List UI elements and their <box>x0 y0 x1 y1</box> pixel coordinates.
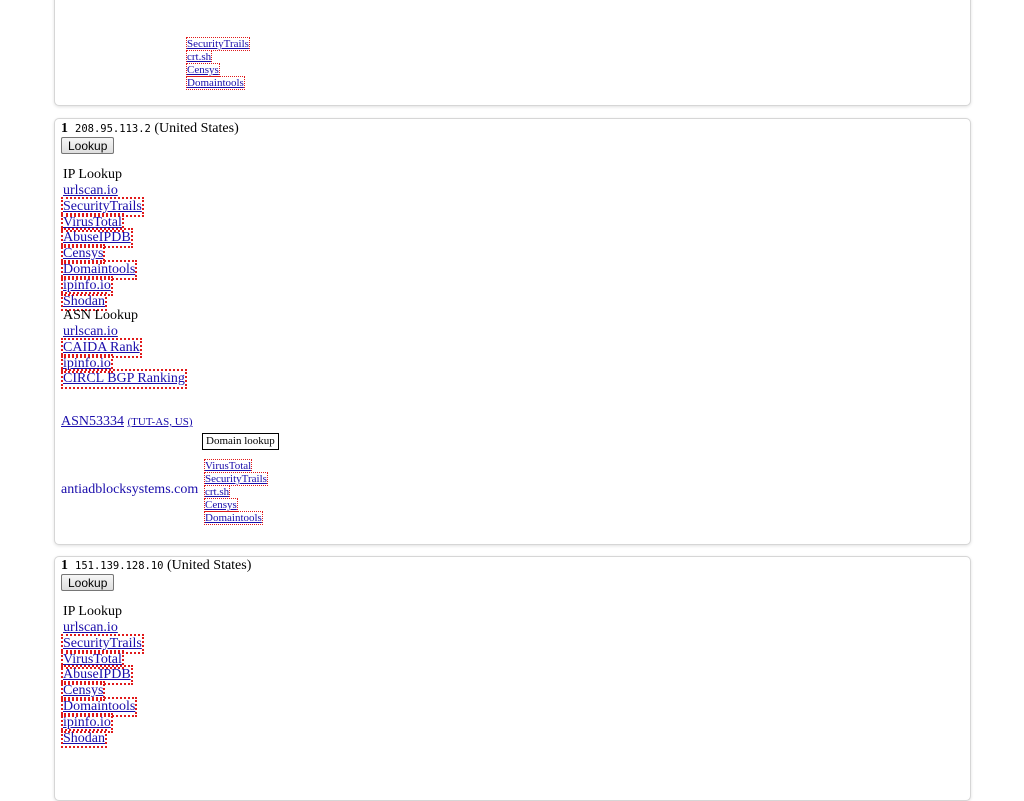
link-securitytrails[interactable]: SecurityTrails <box>204 472 268 486</box>
link-ipinfo-asn[interactable]: ipinfo.io <box>61 353 113 374</box>
link-ipinfo[interactable]: ipinfo.io <box>61 275 113 296</box>
link-censys[interactable]: Censys <box>186 63 220 77</box>
lookup-button[interactable]: Lookup <box>61 137 115 154</box>
lookup-button[interactable]: Lookup <box>61 574 115 591</box>
result-card: 1 208.95.113.2 (United States) Lookup IP… <box>54 118 971 545</box>
asn-lookup-links: urlscan.io CAIDA Rank ipinfo.io CIRCL BG… <box>61 324 187 390</box>
link-censys[interactable]: Censys <box>60 681 106 701</box>
asn-link[interactable]: ASN53334 <box>61 414 124 429</box>
ip-lookup-links: urlscan.io SecurityTrails VirusTotal Abu… <box>60 620 144 749</box>
result-card: 1 151.139.128.10 (United States) Lookup … <box>54 556 971 801</box>
link-urlscan[interactable]: urlscan.io <box>63 183 142 199</box>
result-header: 1 208.95.113.2 (United States) <box>61 121 239 137</box>
asn-line: ASN53334 (TUT-AS, US) <box>61 414 193 430</box>
result-index: 1 <box>61 558 68 573</box>
asn-org-link[interactable]: (TUT-AS, US) <box>128 416 193 428</box>
link-abuseipdb[interactable]: AbuseIPDB <box>61 665 133 686</box>
link-crtsh[interactable]: crt.sh <box>203 485 231 499</box>
result-card-previous: SecurityTrails crt.sh Censys Domaintools <box>54 0 971 106</box>
asn-lookup-title: ASN Lookup <box>63 308 139 323</box>
link-abuseipdb[interactable]: AbuseIPDB <box>61 228 133 249</box>
link-domaintools[interactable]: Domaintools <box>186 76 245 90</box>
link-domaintools[interactable]: Domaintools <box>204 511 263 525</box>
link-domaintools[interactable]: Domaintools <box>60 697 138 717</box>
link-urlscan[interactable]: urlscan.io <box>63 620 142 636</box>
link-securitytrails[interactable]: SecurityTrails <box>186 37 250 51</box>
link-virustotal[interactable]: VirusTotal <box>203 459 253 473</box>
domain-name: antiadblocksystems.com <box>61 482 199 497</box>
link-censys[interactable]: Censys <box>60 244 106 264</box>
link-securitytrails[interactable]: SecurityTrails <box>61 633 144 654</box>
link-shodan[interactable]: Shodan <box>61 291 107 312</box>
ip-country: (United States) <box>154 121 239 136</box>
ip-country: (United States) <box>167 558 252 573</box>
result-index: 1 <box>61 121 68 136</box>
link-securitytrails[interactable]: SecurityTrails <box>61 196 144 217</box>
domain-lookup-button[interactable]: Domain lookup <box>202 433 279 450</box>
link-crtsh[interactable]: crt.sh <box>185 50 213 64</box>
ip-address: 208.95.113.2 <box>75 123 151 135</box>
domain-lookup-links: VirusTotal SecurityTrails crt.sh Censys … <box>203 459 325 530</box>
link-domaintools[interactable]: Domaintools <box>60 260 138 280</box>
result-header: 1 151.139.128.10 (United States) <box>61 558 251 574</box>
link-virustotal[interactable]: VirusTotal <box>61 649 124 670</box>
link-ipinfo[interactable]: ipinfo.io <box>61 712 113 733</box>
link-urlscan-asn[interactable]: urlscan.io <box>63 324 185 340</box>
ip-lookup-links: urlscan.io SecurityTrails VirusTotal Abu… <box>60 183 144 312</box>
domain-links-previous: SecurityTrails crt.sh Censys Domaintools <box>185 37 287 98</box>
ip-lookup-title: IP Lookup <box>63 604 122 619</box>
link-circl-bgp-ranking[interactable]: CIRCL BGP Ranking <box>61 369 187 390</box>
link-virustotal[interactable]: VirusTotal <box>61 212 124 233</box>
link-censys[interactable]: Censys <box>204 498 238 512</box>
link-caida-rank[interactable]: CAIDA Rank <box>61 337 142 358</box>
ip-address: 151.139.128.10 <box>75 560 164 572</box>
ip-lookup-title: IP Lookup <box>63 167 122 182</box>
link-shodan[interactable]: Shodan <box>61 728 107 749</box>
